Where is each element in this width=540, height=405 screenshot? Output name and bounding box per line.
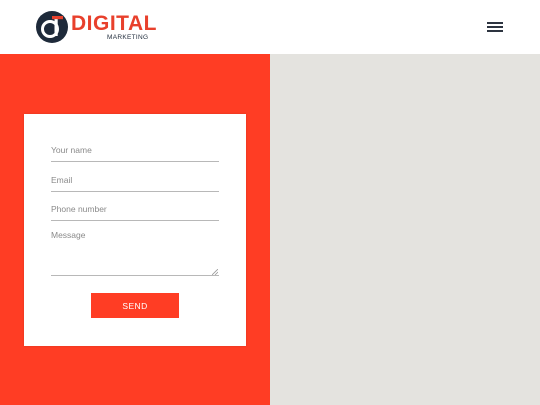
map-area[interactable] <box>270 54 540 405</box>
site-header: DIGITAL MARKETING <box>0 0 540 54</box>
email-input[interactable] <box>51 168 219 192</box>
resize-grip-icon[interactable] <box>212 269 218 275</box>
logo-wordmark: DIGITAL <box>71 12 157 35</box>
contact-form: SEND <box>24 114 246 346</box>
phone-input[interactable] <box>51 197 219 221</box>
message-textarea[interactable] <box>51 226 219 276</box>
logo-tagline: MARKETING <box>107 34 149 41</box>
send-button[interactable]: SEND <box>91 293 179 318</box>
logo-mark-icon <box>36 11 68 43</box>
hamburger-menu-icon[interactable] <box>485 19 507 35</box>
site-logo[interactable]: DIGITAL MARKETING <box>35 10 165 44</box>
name-input[interactable] <box>51 138 219 162</box>
